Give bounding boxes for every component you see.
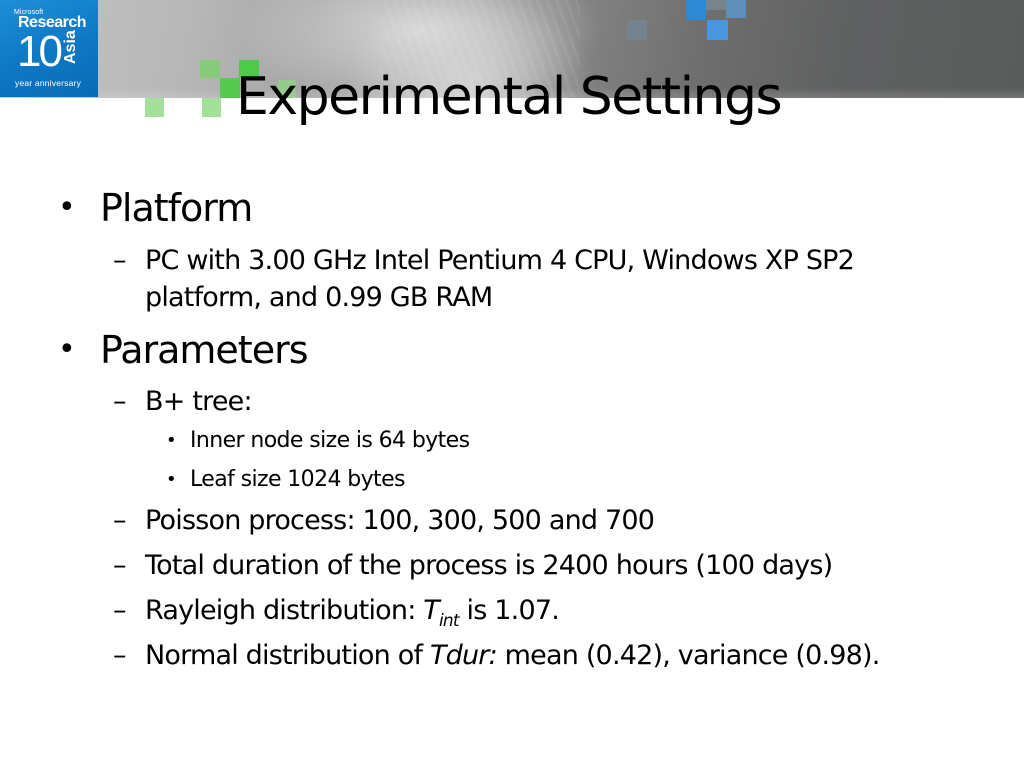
subbullet-duration: – Total duration of the process is 2400 … (113, 548, 945, 584)
subbullet-normal: – Normal distribution of Tdur: mean (0.4… (113, 638, 945, 674)
subbullet-platform-spec: – PC with 3.00 GHz Intel Pentium 4 CPU, … (113, 242, 945, 316)
decor-square-green (200, 60, 220, 78)
dash-icon: – (113, 595, 126, 626)
bullet-platform: • Platform (58, 185, 253, 231)
dash-icon: – (113, 245, 126, 276)
normal-suffix: mean (0.42), variance (0.98). (496, 640, 881, 671)
normal-prefix: Normal distribution of (145, 640, 430, 671)
decor-square-blue (686, 0, 706, 20)
logo-tagline: year anniversary (15, 78, 82, 88)
subbullet-text: PC with 3.00 GHz Intel Pentium 4 CPU, Wi… (145, 245, 855, 313)
rayleigh-variable-subscript: int (439, 611, 460, 631)
bullet-icon: • (166, 430, 177, 451)
logo-region: Asia (62, 30, 79, 64)
dash-icon: – (113, 550, 126, 581)
subsubbullet-inner-node: • Inner node size is 64 bytes (166, 426, 470, 456)
bullet-heading: Parameters (100, 328, 308, 372)
logo-number: 10 (17, 27, 63, 76)
decor-square-green (145, 98, 164, 117)
decor-square-green (202, 98, 221, 117)
decor-square-blue (627, 20, 647, 40)
dash-icon: – (113, 505, 126, 536)
rayleigh-suffix: is 1.07. (458, 595, 560, 626)
subbullet-text: Poisson process: 100, 300, 500 and 700 (145, 505, 655, 536)
slide-title: Experimental Settings (236, 67, 783, 127)
subsubbullet-text: Leaf size 1024 bytes (190, 467, 405, 492)
subbullet-text: Total duration of the process is 2400 ho… (145, 550, 833, 581)
bullet-icon: • (58, 332, 76, 367)
bullet-icon: • (166, 469, 177, 490)
rayleigh-variable: T (423, 595, 439, 626)
subbullet-rayleigh: – Rayleigh distribution: Tint is 1.07. (113, 593, 945, 639)
bullet-parameters: • Parameters (58, 327, 308, 373)
subbullet-text: B+ tree: (145, 386, 253, 417)
rayleigh-prefix: Rayleigh distribution: (145, 595, 424, 626)
bullet-icon: • (58, 190, 76, 225)
normal-variable: Tdur: (429, 640, 498, 671)
bullet-heading: Platform (100, 186, 253, 230)
msr-asia-logo: Microsoft Research 10 Asia year annivers… (0, 0, 98, 97)
dash-icon: – (113, 640, 126, 671)
subsubbullet-leaf-size: • Leaf size 1024 bytes (166, 465, 405, 495)
dash-icon: – (113, 386, 126, 417)
subbullet-poisson: – Poisson process: 100, 300, 500 and 700 (113, 503, 945, 539)
decor-square-blue (726, 0, 746, 18)
subbullet-bplus-tree: – B+ tree: (113, 384, 945, 420)
subsubbullet-text: Inner node size is 64 bytes (190, 428, 470, 453)
decor-square-blue (707, 20, 728, 40)
decor-square-blue (706, 0, 726, 10)
